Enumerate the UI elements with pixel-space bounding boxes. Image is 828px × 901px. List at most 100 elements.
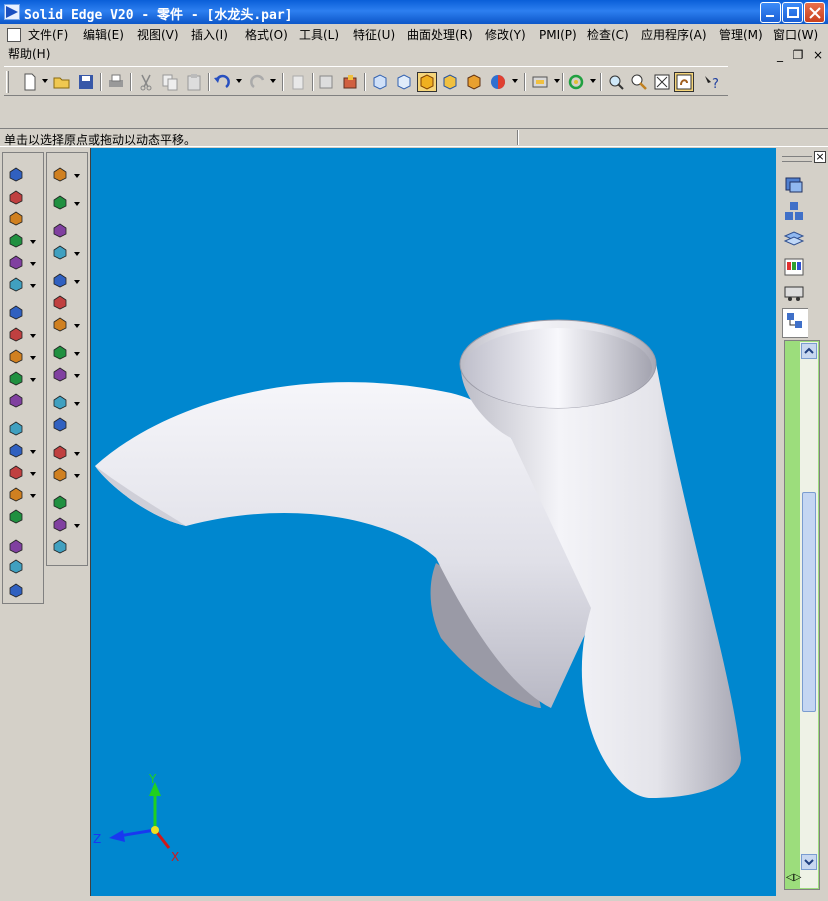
cutout-icon[interactable] <box>8 210 24 226</box>
menu-features[interactable]: 特征(U) <box>353 26 395 44</box>
extend-surface-dropdown-arrow[interactable] <box>74 452 80 456</box>
swept-surface-dropdown-arrow[interactable] <box>74 324 80 328</box>
offset-surface-dropdown-arrow[interactable] <box>74 374 80 378</box>
copy-surface-dropdown-arrow[interactable] <box>74 402 80 406</box>
open-icon[interactable] <box>52 72 72 92</box>
menu-insert[interactable]: 插入(I) <box>191 26 228 44</box>
thin-wall-icon[interactable] <box>8 392 24 408</box>
document-icon[interactable] <box>7 28 21 42</box>
sweep-icon[interactable] <box>8 464 24 480</box>
render-dropdown-arrow[interactable] <box>512 79 518 83</box>
shaded-edges-icon[interactable] <box>440 72 460 92</box>
protrusion-icon[interactable] <box>8 166 24 182</box>
menu-manage[interactable]: 管理(M) <box>719 26 763 44</box>
redo-icon[interactable] <box>248 72 268 92</box>
intersect-icon[interactable] <box>52 494 68 510</box>
offset-surface-icon[interactable] <box>52 366 68 382</box>
pan-icon[interactable] <box>674 72 694 92</box>
menu-tools[interactable]: 工具(L) <box>299 26 339 44</box>
extend-surface-icon[interactable] <box>52 444 68 460</box>
web-network-icon[interactable] <box>8 370 24 386</box>
mirror-icon[interactable] <box>52 538 68 554</box>
coordinate-system-icon[interactable] <box>52 244 68 260</box>
swept-surface-icon[interactable] <box>52 316 68 332</box>
print-icon[interactable] <box>106 72 126 92</box>
sketch-icon[interactable] <box>52 194 68 210</box>
feature-library-icon[interactable] <box>782 174 808 198</box>
render-icon[interactable] <box>488 72 508 92</box>
redo-dropdown-arrow[interactable] <box>270 79 276 83</box>
mdi-close-button[interactable]: × <box>812 48 824 62</box>
sketch-view-dropdown-arrow[interactable] <box>554 79 560 83</box>
split-body-icon[interactable] <box>52 516 68 532</box>
plane-icon[interactable] <box>52 222 68 238</box>
extruded-surface-icon[interactable] <box>52 272 68 288</box>
fit-icon[interactable] <box>652 72 672 92</box>
mount-boss-icon[interactable] <box>8 558 24 574</box>
sketch-view-icon[interactable] <box>530 72 550 92</box>
draft-dropdown-arrow[interactable] <box>30 334 36 338</box>
menu-pmi[interactable]: PMI(P) <box>539 26 577 44</box>
edgebar-grip[interactable] <box>782 156 812 162</box>
sensors-icon[interactable] <box>782 282 808 306</box>
loft-icon[interactable] <box>8 442 24 458</box>
hole-icon[interactable] <box>8 254 24 270</box>
graphics-viewport[interactable]: Y Z X <box>90 148 776 896</box>
zoom-icon[interactable] <box>629 72 649 92</box>
revolved-cutout-icon[interactable] <box>8 232 24 248</box>
revolved-surface-icon[interactable] <box>52 294 68 310</box>
rotate-dropdown-arrow[interactable] <box>590 79 596 83</box>
properties-icon[interactable] <box>316 72 336 92</box>
round-icon[interactable] <box>8 276 24 292</box>
menu-surfacing[interactable]: 曲面处理(R) <box>407 26 473 44</box>
revolved-protrusion-icon[interactable] <box>8 189 24 205</box>
menu-modify[interactable]: 修改(Y) <box>485 26 526 44</box>
cut-icon[interactable] <box>136 72 156 92</box>
tree-expand-icon[interactable]: ◁▷ <box>786 872 801 883</box>
trim-surface-icon[interactable] <box>52 416 68 432</box>
new-icon[interactable] <box>20 72 40 92</box>
edgebar-close-button[interactable]: × <box>814 151 826 163</box>
feature-playback-icon[interactable] <box>782 256 808 280</box>
loft-dropdown-arrow[interactable] <box>30 450 36 454</box>
draft-icon[interactable] <box>8 326 24 342</box>
extruded-surface-dropdown-arrow[interactable] <box>74 280 80 284</box>
material-icon[interactable] <box>464 72 484 92</box>
feature-tree[interactable] <box>784 340 820 890</box>
rotate-icon[interactable] <box>566 72 586 92</box>
web-network-dropdown-arrow[interactable] <box>30 378 36 382</box>
coordinate-system-dropdown-arrow[interactable] <box>74 252 80 256</box>
maximize-button[interactable] <box>782 2 803 23</box>
menu-window[interactable]: 窗口(W) <box>773 26 818 44</box>
vent-icon[interactable] <box>8 538 24 554</box>
paste-icon[interactable] <box>184 72 204 92</box>
bluesurf-dropdown-arrow[interactable] <box>74 352 80 356</box>
copy-icon[interactable] <box>160 72 180 92</box>
menu-edit[interactable]: 编辑(E) <box>83 26 124 44</box>
emboss-icon[interactable] <box>8 582 24 598</box>
scroll-up-arrow[interactable] <box>801 343 817 359</box>
app-icon[interactable] <box>4 4 20 20</box>
hole-dropdown-arrow[interactable] <box>30 262 36 266</box>
mdi-restore-button[interactable]: ❐ <box>792 48 804 62</box>
family-of-parts-icon[interactable] <box>782 200 808 224</box>
feature-tree-scrollbar[interactable] <box>800 342 818 888</box>
view-dim-icon[interactable] <box>394 72 414 92</box>
rib-dropdown-arrow[interactable] <box>30 356 36 360</box>
sketch-dropdown-arrow[interactable] <box>74 202 80 206</box>
layers-icon[interactable] <box>782 228 808 252</box>
chamfer-icon[interactable] <box>8 304 24 320</box>
view-iso-icon[interactable] <box>370 72 390 92</box>
select-icon[interactable] <box>52 166 68 182</box>
lip-icon[interactable] <box>8 508 24 524</box>
parameters-icon[interactable] <box>340 72 360 92</box>
new-dropdown-arrow[interactable] <box>42 79 48 83</box>
round-dropdown-arrow[interactable] <box>30 284 36 288</box>
rib-icon[interactable] <box>8 348 24 364</box>
menu-file[interactable]: 文件(F) <box>28 26 68 44</box>
stitch-dropdown-arrow[interactable] <box>74 474 80 478</box>
edgebar-icon[interactable] <box>782 308 808 338</box>
menu-view[interactable]: 视图(V) <box>137 26 179 44</box>
revolved-cutout-dropdown-arrow[interactable] <box>30 240 36 244</box>
mdi-minimize-button[interactable]: _ <box>774 48 786 62</box>
